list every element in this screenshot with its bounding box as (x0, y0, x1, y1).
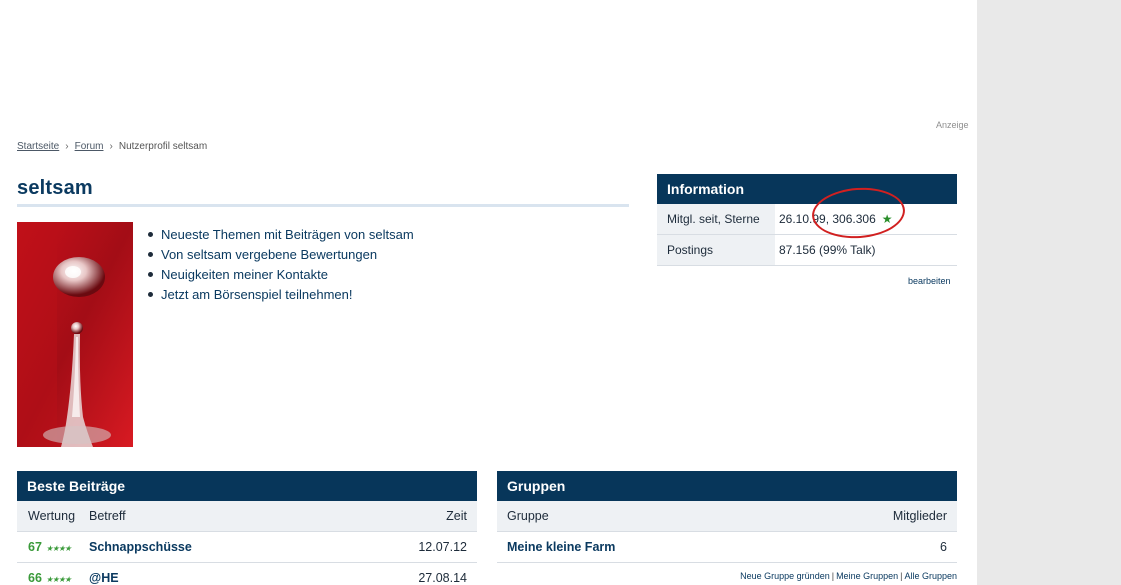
table-row: 66 ★★★★ @HE 27.08.14 (17, 563, 477, 585)
list-item: Neueste Themen mit Beiträgen von seltsam (148, 224, 414, 244)
time-cell: 27.08.14 (418, 571, 467, 585)
separator: | (900, 571, 903, 581)
best-posts-panel: Beste Beiträge Wertung Betreff Zeit 67 ★★… (17, 471, 477, 585)
time-cell: 12.07.12 (418, 540, 467, 554)
groups-footer-links: Neue Gruppe gründen | Meine Gruppen | Alle G… (497, 571, 957, 581)
profile-link-stock-game[interactable]: Jetzt am Börsenspiel teilnehmen! (161, 287, 352, 302)
table-header: Wertung Betreff Zeit (17, 501, 477, 532)
breadcrumb: Startseite › Forum › Nutzerprofil seltsa… (17, 141, 207, 152)
rating-value: 67 (28, 540, 42, 554)
best-posts-title: Beste Beiträge (17, 471, 477, 501)
page-title: seltsam (17, 177, 93, 199)
info-row-member-since: Mitgl. seit, Sterne 26.10.99, 306.306 ★ (657, 184, 957, 242)
all-groups-link[interactable]: Alle Gruppen (904, 571, 957, 581)
info-value: 26.10.99, 306.306 ★ (775, 184, 957, 242)
column-header-subject[interactable]: Betreff (89, 509, 397, 523)
group-cell: Meine kleine Farm (497, 540, 857, 554)
table-row: Meine kleine Farm 6 (497, 532, 957, 563)
rating-value: 66 (28, 571, 42, 585)
breadcrumb-current: Nutzerprofil seltsam (118, 141, 208, 152)
subject-cell: Schnappschüsse (89, 540, 397, 554)
breadcrumb-forum-link[interactable]: Forum (75, 141, 104, 152)
info-label: Mitgl. seit, Sterne (657, 204, 775, 234)
column-header-rating[interactable]: Wertung (17, 509, 89, 523)
my-groups-link[interactable]: Meine Gruppen (836, 571, 898, 581)
avatar[interactable] (17, 222, 133, 447)
edit-profile-link[interactable]: bearbeiten (908, 276, 951, 286)
table-header: Gruppe Mitglieder (497, 501, 957, 532)
information-panel-title: Information (657, 174, 957, 204)
column-header-time[interactable]: Zeit (397, 509, 477, 523)
chevron-right-icon: › (109, 141, 113, 152)
info-label: Postings (657, 235, 775, 265)
profile-link-ratings[interactable]: Von seltsam vergebene Bewertungen (161, 247, 377, 262)
profile-link-contacts-news[interactable]: Neuigkeiten meiner Kontakte (161, 267, 328, 282)
rating-cell: 67 ★★★★ (17, 540, 89, 554)
info-row-postings: Postings 87.156 (99% Talk) (657, 235, 957, 266)
profile-links-list: Neueste Themen mit Beiträgen von seltsam… (148, 224, 414, 304)
separator: | (831, 571, 835, 581)
members-cell: 6 (940, 540, 947, 554)
member-since-stars-value: 26.10.99, 306.306 (779, 212, 876, 226)
groups-panel: Gruppen Gruppe Mitglieder Meine kleine F… (497, 471, 957, 581)
avatar-image (17, 222, 133, 447)
rating-stars-icon: ★★★★ (45, 544, 72, 553)
info-value: 87.156 (99% Talk) (779, 243, 876, 257)
column-header-members[interactable]: Mitglieder (857, 509, 957, 523)
column-header-group[interactable]: Gruppe (497, 509, 857, 523)
information-panel: Information Mitgl. seit, Sterne 26.10.99… (657, 174, 957, 266)
profile-link-latest-threads[interactable]: Neueste Themen mit Beiträgen von seltsam (161, 227, 414, 242)
rating-cell: 66 ★★★★ (17, 571, 89, 585)
table-row: 67 ★★★★ Schnappschüsse 12.07.12 (17, 532, 477, 563)
star-icon: ★ (881, 212, 893, 226)
groups-title: Gruppen (497, 471, 957, 501)
ad-label: Anzeige (936, 120, 969, 130)
post-subject-link[interactable]: Schnappschüsse (89, 540, 192, 554)
create-group-link[interactable]: Neue Gruppe gründen (740, 571, 830, 581)
post-subject-link[interactable]: @HE (89, 571, 119, 585)
chevron-right-icon: › (65, 141, 69, 152)
list-item: Neuigkeiten meiner Kontakte (148, 264, 414, 284)
breadcrumb-home-link[interactable]: Startseite (17, 141, 59, 152)
list-item: Jetzt am Börsenspiel teilnehmen! (148, 284, 414, 304)
group-link[interactable]: Meine kleine Farm (507, 540, 615, 554)
right-sidebar-background (977, 0, 1121, 585)
subject-cell: @HE (89, 571, 397, 585)
rating-stars-icon: ★★★★ (45, 575, 72, 584)
title-divider (17, 204, 629, 207)
list-item: Von seltsam vergebene Bewertungen (148, 244, 414, 264)
